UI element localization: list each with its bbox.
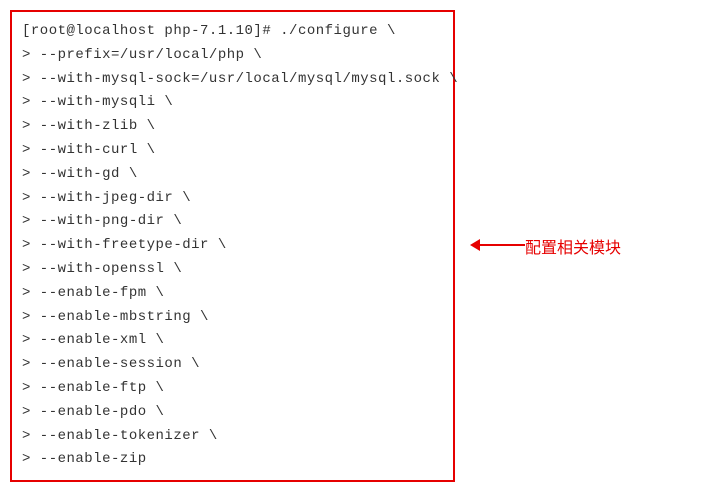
terminal-line: > --enable-mbstring \: [22, 306, 443, 330]
terminal-line: > --with-freetype-dir \: [22, 234, 443, 258]
terminal-line: > --with-gd \: [22, 163, 443, 187]
terminal-line: > --with-mysqli \: [22, 91, 443, 115]
terminal-line: > --enable-zip: [22, 448, 443, 472]
terminal-line: > --prefix=/usr/local/php \: [22, 44, 443, 68]
annotation: 配置相关模块: [470, 234, 621, 258]
annotation-label: 配置相关模块: [525, 234, 621, 258]
terminal-line: > --with-openssl \: [22, 258, 443, 282]
terminal-line: > --with-mysql-sock=/usr/local/mysql/mys…: [22, 68, 443, 92]
terminal-line: > --with-png-dir \: [22, 210, 443, 234]
arrow-icon: [470, 238, 525, 254]
terminal-line: > --with-curl \: [22, 139, 443, 163]
terminal-line: > --enable-ftp \: [22, 377, 443, 401]
terminal-line: > --enable-tokenizer \: [22, 425, 443, 449]
terminal-line: > --enable-fpm \: [22, 282, 443, 306]
terminal-line: [root@localhost php-7.1.10]# ./configure…: [22, 20, 443, 44]
terminal-line: > --enable-xml \: [22, 329, 443, 353]
terminal-line: > --enable-pdo \: [22, 401, 443, 425]
terminal-output: [root@localhost php-7.1.10]# ./configure…: [10, 10, 455, 482]
content-container: [root@localhost php-7.1.10]# ./configure…: [10, 10, 714, 482]
terminal-line: > --enable-session \: [22, 353, 443, 377]
terminal-line: > --with-jpeg-dir \: [22, 187, 443, 211]
terminal-line: > --with-zlib \: [22, 115, 443, 139]
